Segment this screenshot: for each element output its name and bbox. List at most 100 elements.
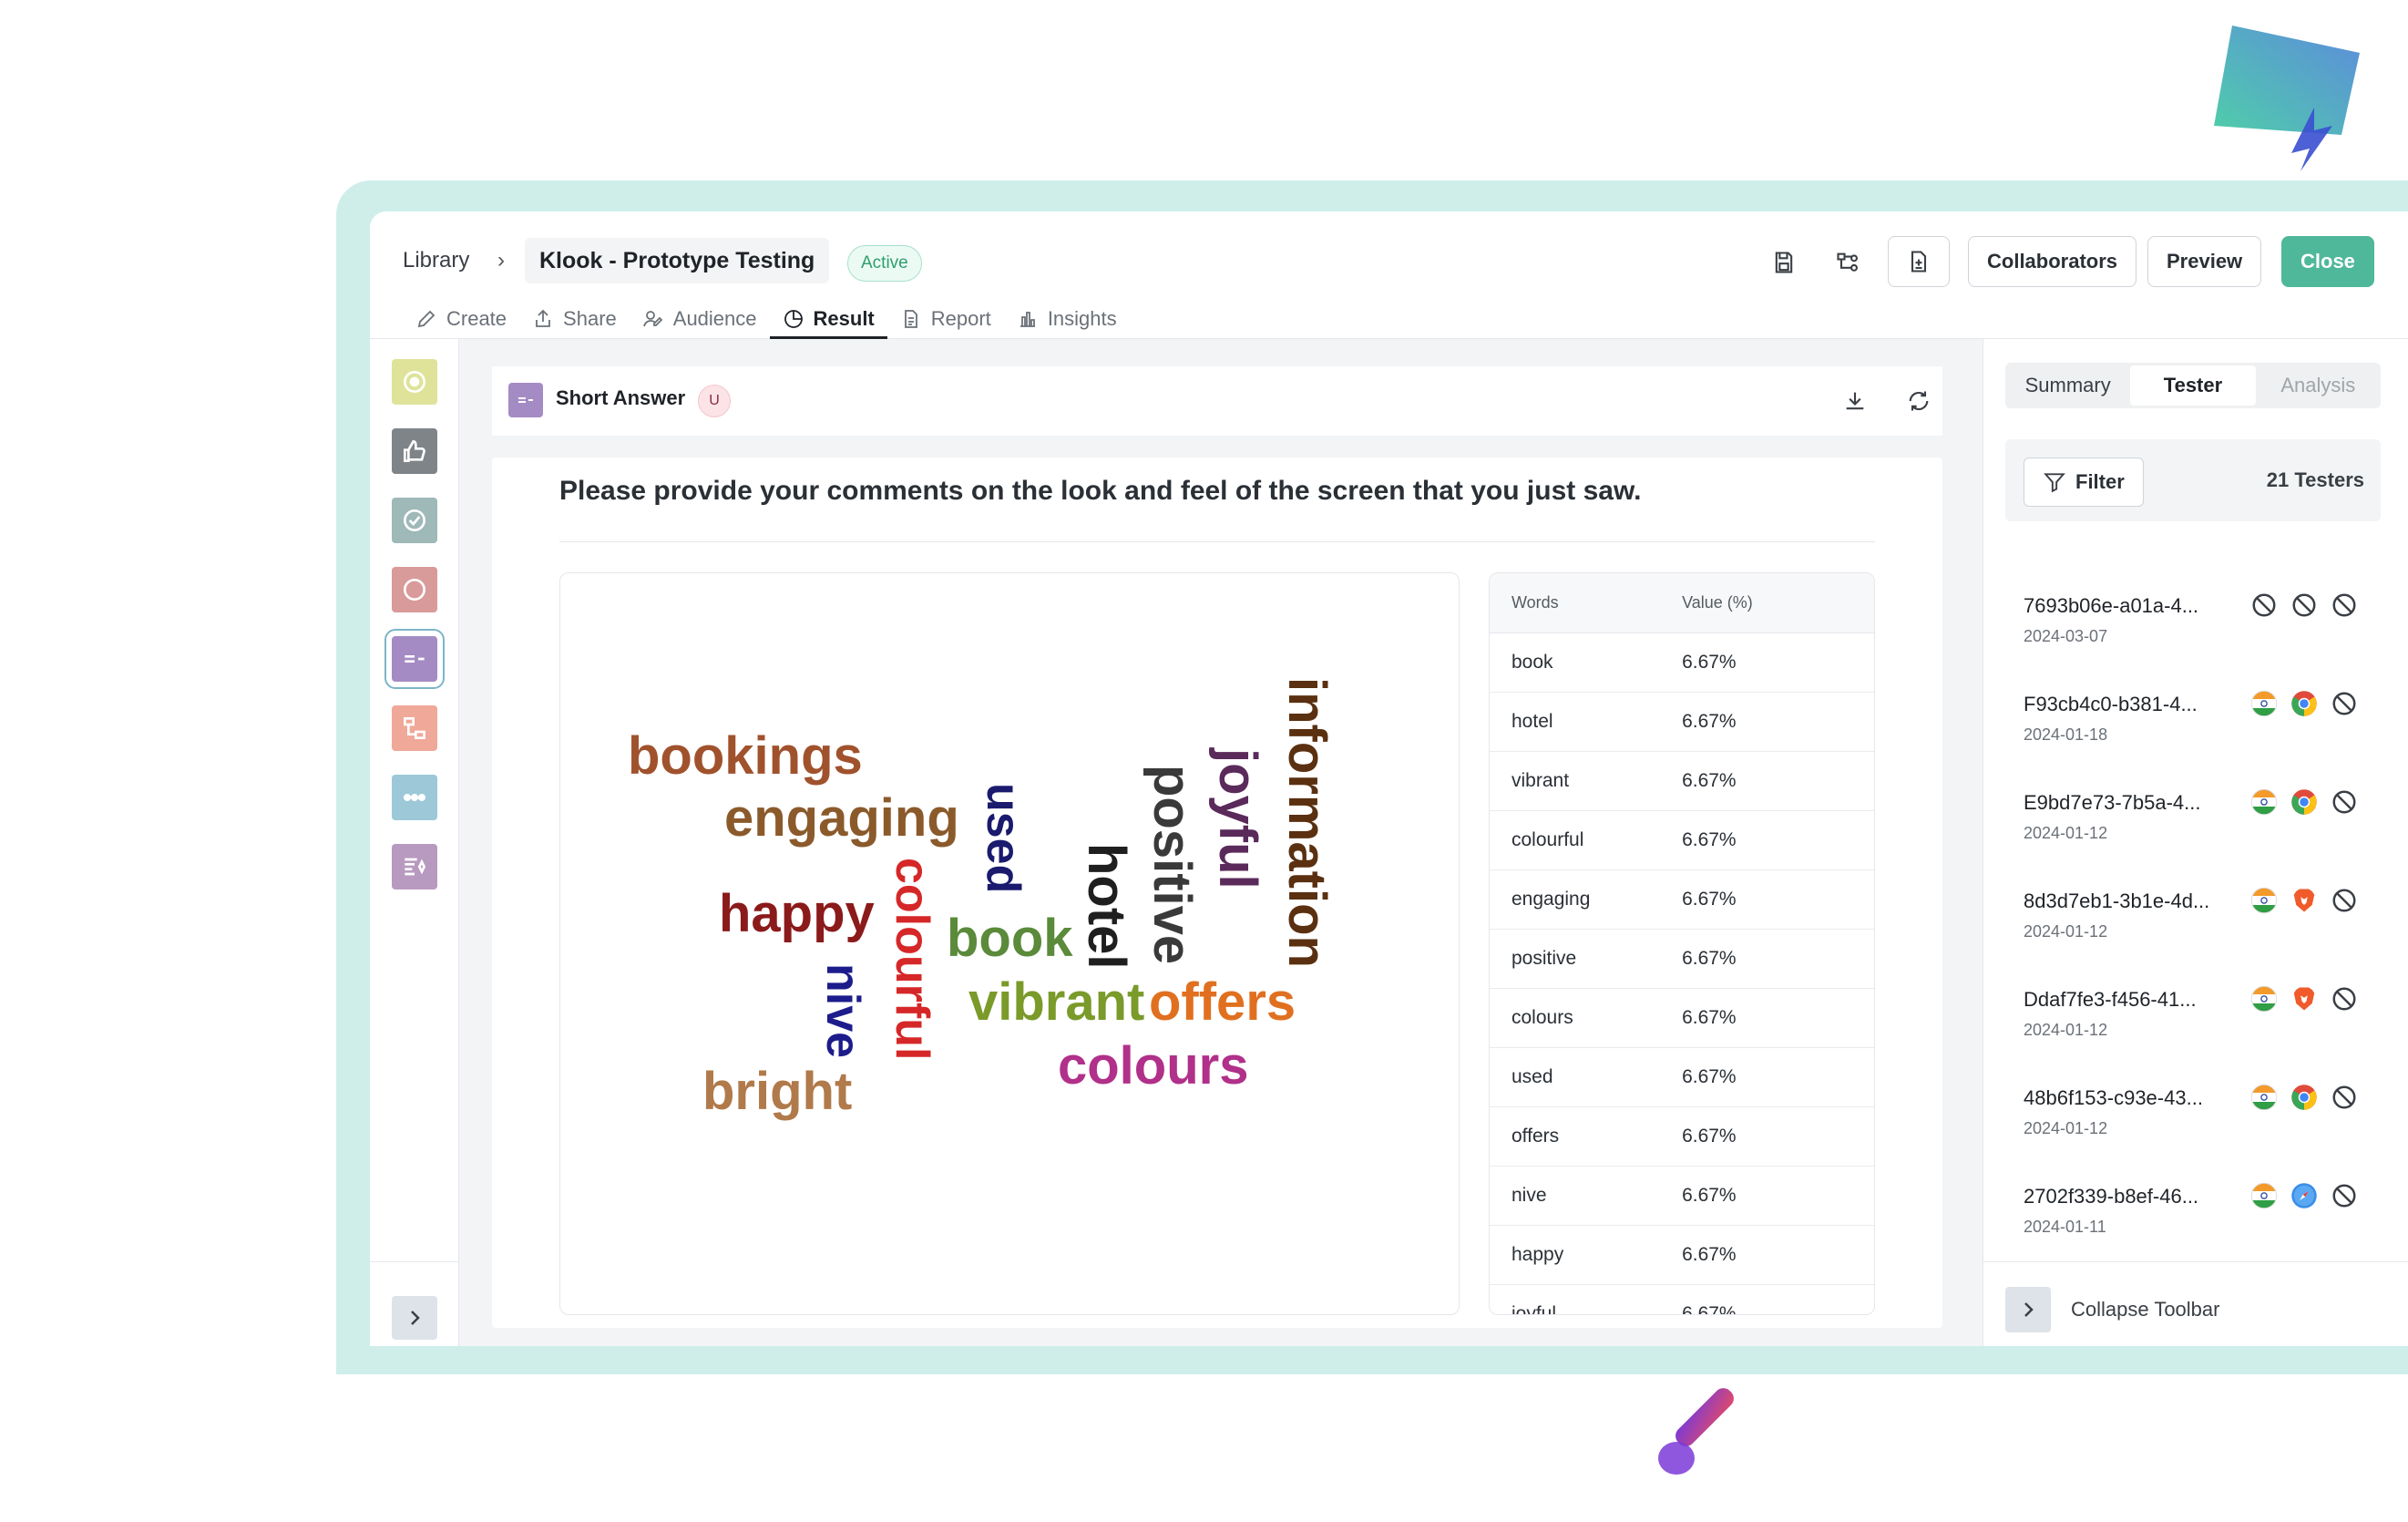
tool-flow-icon[interactable] xyxy=(392,705,437,751)
flow-icon[interactable] xyxy=(1824,239,1871,286)
refresh-icon[interactable] xyxy=(1902,385,1935,417)
blocked-icon xyxy=(2330,984,2359,1013)
word-cell: nive xyxy=(1511,1185,1547,1206)
tester-id: 8d3d7eb1-3b1e-4d... xyxy=(2024,890,2210,912)
add-document-icon[interactable] xyxy=(1888,236,1950,287)
tester-icons xyxy=(2249,1083,2359,1112)
word-cell: happy xyxy=(1511,1244,1564,1265)
blocked-icon xyxy=(2330,591,2359,620)
collapse-toolbar-label[interactable]: Collapse Toolbar xyxy=(2071,1298,2219,1321)
blocked-icon xyxy=(2330,1083,2359,1112)
tester-item[interactable]: Ddaf7fe3-f456-41... 2024-01-12 xyxy=(2024,981,2388,1054)
user-badge: U xyxy=(698,385,731,417)
tester-item[interactable]: 48b6f153-c93e-43... 2024-01-12 xyxy=(2024,1079,2388,1152)
cloud-word: positive xyxy=(1143,765,1202,965)
tab-report[interactable]: Report xyxy=(887,298,1004,339)
breadcrumb-library[interactable]: Library xyxy=(403,235,469,286)
tester-date: 2024-01-12 xyxy=(2024,1119,2108,1137)
tab-label: Result xyxy=(813,306,875,330)
india-flag-icon xyxy=(2249,1181,2279,1210)
tool-radio-icon[interactable] xyxy=(392,359,437,405)
result-card: Please provide your comments on the look… xyxy=(492,458,1942,1328)
tab-share[interactable]: Share xyxy=(519,298,630,339)
tester-item[interactable]: F93cb4c0-b381-4... 2024-01-18 xyxy=(2024,685,2388,758)
tab-summary[interactable]: Summary xyxy=(2005,363,2130,408)
tab-tester[interactable]: Tester xyxy=(2130,365,2256,406)
filter-button[interactable]: Filter xyxy=(2024,458,2144,507)
document-icon xyxy=(904,309,917,328)
tester-date: 2024-01-12 xyxy=(2024,922,2108,941)
blocked-icon xyxy=(2330,1181,2359,1210)
column-header-value: Value (%) xyxy=(1682,593,1753,612)
table-header: Words Value (%) xyxy=(1490,573,1874,633)
collaborators-button[interactable]: Collaborators xyxy=(1968,236,2137,287)
tab-label: Insights xyxy=(1047,306,1117,330)
cloud-word: vibrant xyxy=(968,972,1145,1032)
table-row: nive 6.67% xyxy=(1490,1167,1874,1226)
tab-audience[interactable]: Audience xyxy=(630,298,770,339)
testers-count: 21 Testers xyxy=(2266,468,2364,491)
tab-result[interactable]: Result xyxy=(769,298,888,339)
blocked-icon xyxy=(2330,787,2359,817)
value-cell: 6.67% xyxy=(1682,1303,1737,1315)
word-cell: joyful xyxy=(1511,1303,1557,1315)
tester-icons xyxy=(2249,591,2359,620)
tester-icons xyxy=(2249,984,2359,1013)
tab-label: Report xyxy=(930,306,991,330)
blocked-icon xyxy=(2330,886,2359,915)
tool-thumbs-up-icon[interactable] xyxy=(392,428,437,474)
tester-item[interactable]: 8d3d7eb1-3b1e-4d... 2024-01-12 xyxy=(2024,882,2388,955)
tester-item[interactable]: 7693b06e-a01a-4... 2024-03-07 xyxy=(2024,587,2388,660)
tester-item[interactable]: 2702f339-b8ef-46... 2024-01-11 xyxy=(2024,1177,2388,1250)
panel-tabs: Summary Tester Analysis xyxy=(2005,363,2381,408)
value-cell: 6.67% xyxy=(1682,948,1737,969)
cloud-word: information xyxy=(1277,677,1337,968)
tool-ai-text-icon[interactable] xyxy=(392,844,437,890)
cloud-word: colourful xyxy=(886,858,938,1061)
tester-id: 2702f339-b8ef-46... xyxy=(2024,1185,2199,1208)
word-cell: offers xyxy=(1511,1126,1560,1147)
collapse-toolbar-button[interactable] xyxy=(2005,1287,2051,1332)
tester-date: 2024-01-18 xyxy=(2024,725,2108,744)
tool-short-answer-icon[interactable] xyxy=(384,629,445,689)
filter-label: Filter xyxy=(2075,470,2125,493)
tool-check-circle-icon[interactable] xyxy=(392,498,437,543)
cloud-word: bookings xyxy=(628,726,863,786)
tab-create[interactable]: Create xyxy=(403,298,519,339)
cloud-word: nive xyxy=(816,963,869,1059)
close-button[interactable]: Close xyxy=(2281,236,2374,287)
question-text: Please provide your comments on the look… xyxy=(559,476,1642,506)
tab-label: Share xyxy=(563,306,617,330)
download-icon[interactable] xyxy=(1839,385,1871,417)
cloud-word: used xyxy=(977,783,1030,894)
word-cell: colourful xyxy=(1511,829,1584,850)
short-answer-icon xyxy=(508,383,543,417)
preview-button[interactable]: Preview xyxy=(2147,236,2262,287)
word-cell: hotel xyxy=(1511,711,1553,732)
value-cell: 6.67% xyxy=(1682,1185,1737,1206)
save-icon[interactable] xyxy=(1760,239,1808,286)
safari-icon xyxy=(2290,1181,2319,1210)
word-cell: vibrant xyxy=(1511,770,1570,791)
project-title[interactable]: Klook - Prototype Testing xyxy=(525,238,830,283)
main-tabs: Create Share Audience Result Report Insi… xyxy=(403,298,1130,339)
question-toolbar xyxy=(370,339,459,1346)
audience-icon xyxy=(642,310,663,326)
tester-item[interactable]: E9bd7e73-7b5a-4... 2024-01-12 xyxy=(2024,784,2388,857)
tool-slider-icon[interactable] xyxy=(392,775,437,820)
tab-insights[interactable]: Insights xyxy=(1004,298,1130,339)
blocked-icon xyxy=(2249,591,2279,620)
divider xyxy=(370,1261,459,1262)
tester-icons xyxy=(2249,886,2359,915)
value-cell: 6.67% xyxy=(1682,889,1737,910)
tab-analysis[interactable]: Analysis xyxy=(2256,363,2381,408)
tool-circle-icon[interactable] xyxy=(392,567,437,612)
value-cell: 6.67% xyxy=(1682,652,1737,673)
cloud-word: engaging xyxy=(724,788,959,848)
breadcrumb-separator: › xyxy=(497,248,505,273)
expand-toolbar-button[interactable] xyxy=(392,1296,437,1340)
india-flag-icon xyxy=(2249,1083,2279,1112)
app-header: Library › Klook - Prototype Testing Acti… xyxy=(370,211,2408,339)
brave-icon xyxy=(2290,886,2319,915)
cloud-word: joyful xyxy=(1208,748,1267,890)
